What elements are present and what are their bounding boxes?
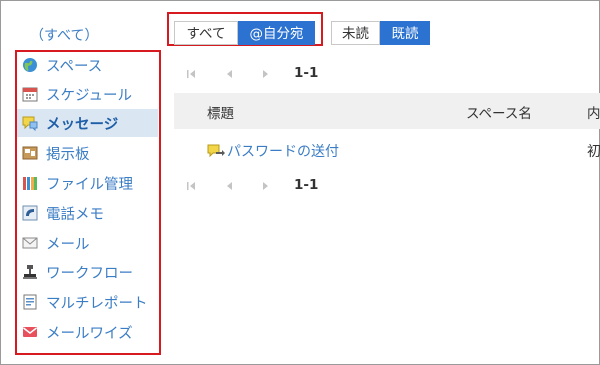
- filter-mentions-button[interactable]: @自分宛: [238, 21, 315, 45]
- next-page-icon[interactable]: [259, 180, 271, 192]
- pager-range: 1-1: [294, 65, 319, 81]
- column-header-space-name[interactable]: スペース名: [466, 102, 532, 122]
- sidebar-item-schedule[interactable]: スケジュール: [17, 80, 158, 108]
- sidebar-item-label: メール: [46, 236, 90, 253]
- table-header: 標題 スペース名 内: [174, 93, 600, 129]
- pager-range: 1-1: [294, 177, 319, 193]
- sidebar-item-label: 電話メモ: [46, 206, 104, 223]
- sidebar-item-workflow[interactable]: ワークフロー: [17, 258, 158, 286]
- sidebar-item-bulletin[interactable]: 掲示板: [17, 139, 158, 167]
- sidebar-item-file-management[interactable]: ファイル管理: [17, 169, 158, 197]
- filter-unread-button[interactable]: 未読: [331, 21, 380, 45]
- sidebar-item-space[interactable]: スペース: [17, 51, 158, 79]
- sidebar-item-label: スペース: [46, 58, 103, 75]
- sidebar-item-label: メッセージ: [46, 116, 119, 133]
- sidebar-item-label: メールワイズ: [46, 325, 133, 342]
- sidebar-item-multi-report[interactable]: マルチレポート: [17, 288, 158, 316]
- calendar-icon: [22, 86, 38, 102]
- sidebar-item-label: スケジュール: [46, 87, 132, 104]
- message-icon: [207, 143, 225, 159]
- filter-read-button[interactable]: 既読: [380, 21, 430, 45]
- sidebar-item-mail[interactable]: メール: [17, 229, 158, 257]
- sidebar-item-phone-memo[interactable]: 電話メモ: [17, 199, 158, 227]
- sidebar-all-link[interactable]: （すべて）: [30, 25, 98, 45]
- bulletin-board-icon: [22, 145, 38, 161]
- table-row[interactable]: パスワードの送付: [207, 141, 339, 161]
- column-header-content[interactable]: 内: [587, 102, 600, 122]
- filter-all-button[interactable]: すべて: [174, 21, 238, 45]
- message-content-preview: 初: [587, 144, 600, 160]
- sidebar-item-mailwise[interactable]: メールワイズ: [17, 318, 158, 346]
- prev-page-icon[interactable]: [224, 68, 236, 80]
- pager-top: 1-1: [186, 65, 346, 83]
- message-title-link[interactable]: パスワードの送付: [227, 141, 339, 161]
- sidebar-item-label: ファイル管理: [46, 176, 133, 193]
- mailwise-icon: [22, 324, 38, 340]
- file-management-icon: [22, 175, 38, 191]
- next-page-icon[interactable]: [259, 68, 271, 80]
- workflow-icon: [22, 264, 38, 280]
- pager-bottom: 1-1: [186, 177, 346, 195]
- sidebar-item-label: ワークフロー: [46, 265, 133, 282]
- sidebar-item-label: 掲示板: [46, 146, 90, 163]
- space-globe-icon: [22, 57, 38, 73]
- sidebar-item-label: マルチレポート: [46, 295, 148, 312]
- message-icon: [22, 115, 38, 131]
- phone-memo-icon: [22, 205, 38, 221]
- column-header-title[interactable]: 標題: [207, 102, 234, 122]
- sidebar-item-message[interactable]: メッセージ: [17, 109, 158, 137]
- multi-report-icon: [22, 294, 38, 310]
- mail-icon: [22, 235, 38, 251]
- first-page-icon[interactable]: [186, 68, 198, 80]
- first-page-icon[interactable]: [186, 180, 198, 192]
- prev-page-icon[interactable]: [224, 180, 236, 192]
